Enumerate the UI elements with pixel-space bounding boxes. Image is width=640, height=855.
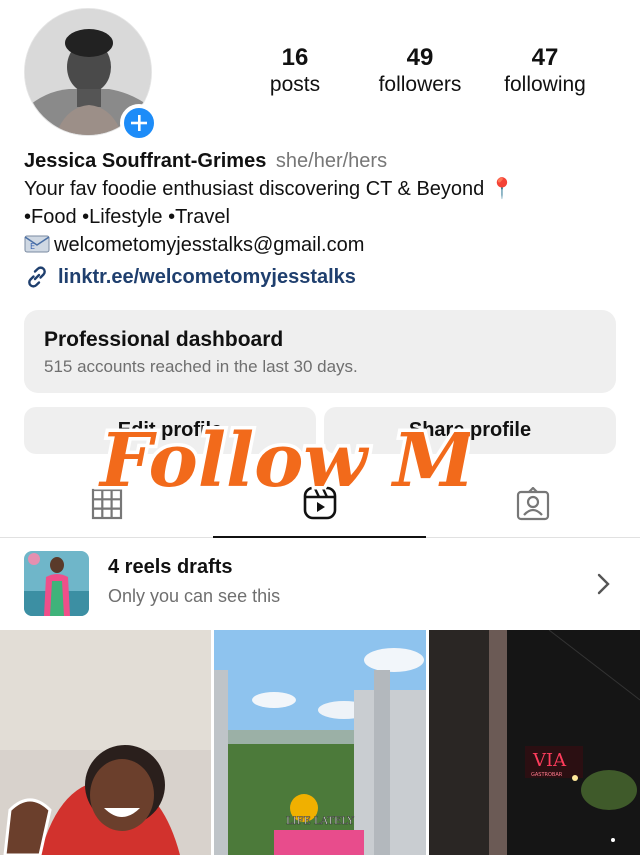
bio-line-1: Your fav foodie enthusiast discovering C… [24,178,515,200]
name-row: Jessica Souffrant-Grimes she/her/hers [24,147,624,175]
stat-label: posts [269,73,321,96]
drafts-title: 4 reels drafts [108,556,233,578]
reels-drafts-row[interactable]: 4 reels drafts Only you can see this [0,540,640,628]
tab-tagged[interactable] [426,470,639,538]
reel-tile[interactable]: VIA GASTROBAR [429,630,640,855]
tab-grid[interactable] [0,470,213,538]
reels-grid: LIFE LATELY VIA GASTROBAR [0,630,640,855]
reel-caption: LIFE LATELY [286,816,354,827]
stat-label: following [504,73,586,96]
profile-avatar-wrap[interactable] [24,8,158,142]
stat-followers[interactable]: 49 followers [365,44,475,98]
reels-icon [303,486,336,520]
stat-number: 49 [406,44,434,71]
link-icon [28,266,46,288]
profile-name: Jessica Souffrant-Grimes [24,150,267,172]
bio-line-2: •Food •Lifestyle •Travel [24,206,230,228]
profile-link[interactable]: linktr.ee/welcometomyjesstalks [24,264,356,290]
professional-dashboard[interactable]: Professional dashboard 515 accounts reac… [24,310,616,393]
profile-stats: 16 posts 49 followers 47 following [240,44,600,98]
reel-tile[interactable] [0,630,211,855]
add-story-button[interactable] [120,104,158,142]
dashboard-title: Professional dashboard [44,328,284,351]
reel-sign: VIA [532,750,567,771]
stat-label: followers [378,73,462,96]
chevron-right-icon [597,573,610,595]
profile-bio: Jessica Souffrant-Grimes she/her/hers Yo… [24,147,624,259]
email-row: E welcometomyjesstalks@gmail.com [24,231,624,259]
profile-email[interactable]: welcometomyjesstalks@gmail.com [54,234,364,256]
drafts-thumbnail [24,551,89,616]
reel-tile[interactable]: LIFE LATELY [214,630,426,855]
profile-pronouns: she/her/hers [275,150,388,172]
reel-sign-sub: GASTROBAR [531,772,563,778]
drafts-subtitle: Only you can see this [108,586,281,606]
envelope-icon: E [24,235,50,253]
grid-icon [91,488,122,520]
profile-tabs [0,470,640,538]
plus-icon [131,115,147,131]
share-profile-button[interactable]: Share profile [324,407,616,454]
tagged-icon [516,487,549,521]
stat-posts[interactable]: 16 posts [240,44,350,98]
edit-profile-button[interactable]: Edit profile [24,407,316,454]
dashboard-subtitle: 515 accounts reached in the last 30 days… [44,357,358,376]
tab-reels[interactable] [213,470,426,538]
profile-link-text: linktr.ee/welcometomyjesstalks [58,265,356,288]
stat-number: 47 [531,44,559,71]
stat-number: 16 [281,44,309,71]
stat-following[interactable]: 47 following [490,44,600,98]
svg-text:E: E [30,242,35,251]
